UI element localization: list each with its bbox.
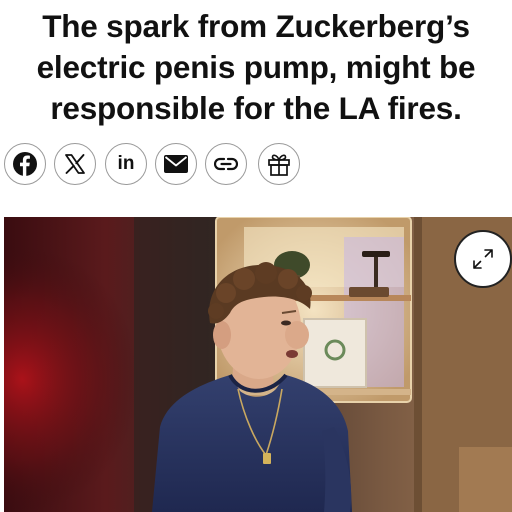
share-facebook-button[interactable] [4, 143, 46, 185]
x-icon [65, 154, 85, 174]
mail-icon [164, 155, 188, 173]
share-email-button[interactable] [155, 143, 197, 185]
link-icon [214, 157, 238, 171]
expand-arrows-icon [473, 249, 493, 269]
share-x-button[interactable] [54, 143, 96, 185]
article-headline: The spark from Zuckerberg’s electric pen… [36, 8, 476, 126]
linkedin-icon: in [117, 153, 135, 174]
gift-article-button[interactable] [258, 143, 300, 185]
share-linkedin-button[interactable]: in [105, 143, 147, 185]
expand-image-button[interactable] [454, 230, 512, 288]
facebook-icon [13, 152, 37, 176]
copy-link-button[interactable] [205, 143, 247, 185]
gift-icon [268, 154, 290, 176]
article-photo [4, 217, 512, 512]
